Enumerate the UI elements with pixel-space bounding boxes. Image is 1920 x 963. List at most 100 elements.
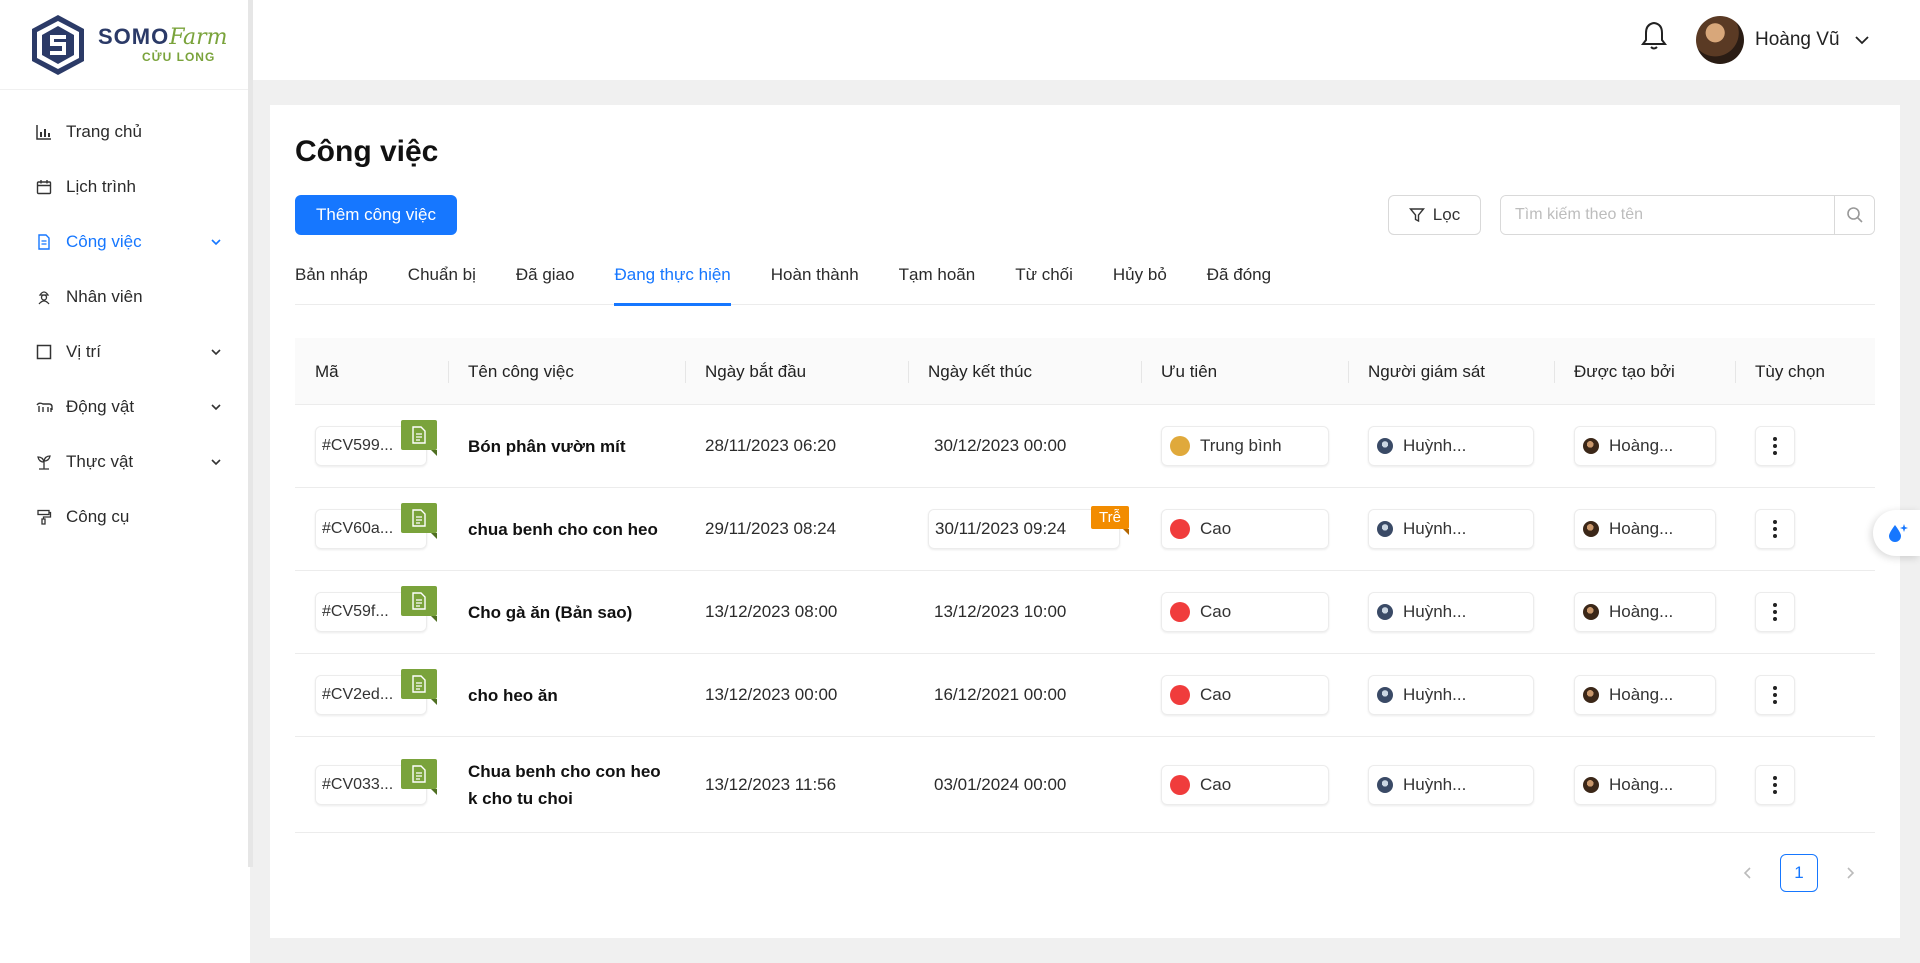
supervisor-chip[interactable]: Huỳnh... [1368, 592, 1534, 632]
end-date-cell: 13/12/2023 10:00 [908, 598, 1141, 626]
task-code-text: #CV59f... [322, 603, 389, 620]
task-code[interactable]: #CV033... [315, 758, 437, 805]
chevron-down-icon[interactable] [1854, 32, 1870, 48]
end-date-cell: 03/01/2024 00:00 [908, 771, 1141, 799]
sidebar-item-label: Vị trí [66, 341, 101, 361]
priority-badge[interactable]: Trung bình [1161, 426, 1329, 466]
sidebar-item-cong-cu[interactable]: Công cụ [0, 489, 249, 544]
table-row[interactable]: #CV59f... Cho gà ăn (Bản sao) 13/12/2023… [295, 571, 1875, 654]
more-options-button[interactable] [1755, 675, 1795, 715]
tab-huy-bo[interactable]: Hủy bỏ [1113, 255, 1167, 305]
tab-dang-thuc-hien[interactable]: Đang thực hiện [614, 255, 732, 306]
document-icon [34, 232, 54, 252]
creator-chip[interactable]: Hoàng... [1574, 509, 1716, 549]
somo-shield-logo-icon [32, 14, 84, 75]
chevron-down-icon [211, 238, 221, 245]
priority-badge[interactable]: Cao [1161, 592, 1329, 632]
animal-icon [34, 397, 54, 417]
creator-name: Hoàng... [1609, 519, 1674, 538]
creator-cell: Hoàng... [1554, 764, 1735, 805]
chevron-right-icon[interactable] [1842, 865, 1858, 881]
task-code[interactable]: #CV2ed... [315, 669, 437, 715]
tab-tu-choi[interactable]: Từ chối [1015, 255, 1073, 305]
supervisor-chip[interactable]: Huỳnh... [1368, 426, 1534, 466]
chevron-left-icon[interactable] [1740, 865, 1756, 881]
avatar [1377, 438, 1393, 454]
creator-chip[interactable]: Hoàng... [1574, 675, 1716, 715]
user-name[interactable]: Hoàng Vũ [1755, 29, 1840, 51]
avatar [1583, 776, 1599, 793]
priority-label: Cao [1200, 685, 1232, 704]
task-name[interactable]: cho heo ăn [468, 682, 558, 709]
sidebar-item-label: Lịch trình [66, 176, 136, 196]
task-code[interactable]: #CV59f... [315, 586, 437, 632]
floating-assistant-button[interactable] [1873, 510, 1920, 556]
column-header: Ngày bắt đầu [685, 338, 908, 405]
sidebar-item-vi-tri[interactable]: Vị trí [0, 324, 249, 379]
supervisor-name: Huỳnh... [1403, 519, 1467, 538]
task-code[interactable]: #CV599... [315, 420, 437, 466]
priority-badge[interactable]: Cao [1161, 509, 1329, 549]
tab-ban-nhap[interactable]: Bản nháp [295, 255, 368, 305]
water-drop-icon [1888, 524, 1908, 542]
task-name[interactable]: Cho gà ăn (Bản sao) [468, 599, 632, 626]
sidebar-item-thuc-vat[interactable]: Thực vật [0, 434, 249, 489]
task-name[interactable]: Bón phân vườn mít [468, 433, 626, 460]
tab-da-dong[interactable]: Đã đóng [1207, 255, 1271, 305]
tab-hoan-thanh[interactable]: Hoàn thành [771, 255, 859, 305]
supervisor-name: Huỳnh... [1403, 774, 1467, 794]
search-button[interactable] [1834, 196, 1874, 234]
bar-chart-icon [34, 122, 54, 142]
table-row[interactable]: #CV2ed... cho heo ăn 13/12/2023 00:00 16… [295, 654, 1875, 737]
supervisor-chip[interactable]: Huỳnh... [1368, 675, 1534, 715]
start-date: 28/11/2023 06:20 [705, 436, 837, 455]
end-date: 13/12/2023 10:00 [934, 602, 1067, 621]
more-options-button[interactable] [1755, 592, 1795, 632]
task-name[interactable]: chua benh cho con heo [468, 516, 658, 543]
filter-button[interactable]: Lọc [1388, 195, 1481, 235]
table-row[interactable]: #CV033... Chua benh cho con heo k cho tu… [295, 737, 1875, 833]
more-options-button[interactable] [1755, 426, 1795, 466]
creator-cell: Hoàng... [1554, 509, 1735, 549]
bell-icon[interactable] [1640, 20, 1668, 52]
more-options-button[interactable] [1755, 764, 1795, 805]
task-name[interactable]: Chua benh cho con heo k cho tu choi [468, 758, 668, 812]
page-number[interactable]: 1 [1780, 854, 1818, 892]
document-icon [401, 758, 437, 795]
column-header: Người giám sát [1348, 338, 1554, 405]
tab-da-giao[interactable]: Đã giao [516, 255, 575, 305]
start-date-cell: 13/12/2023 00:00 [685, 685, 908, 705]
supervisor-chip[interactable]: Huỳnh... [1368, 509, 1534, 549]
sidebar-item-cong-viec[interactable]: Công việc [0, 214, 249, 269]
sidebar-item-dong-vat[interactable]: Động vật [0, 379, 249, 434]
more-options-button[interactable] [1755, 509, 1795, 549]
sidebar-item-label: Nhân viên [66, 286, 143, 306]
task-code[interactable]: #CV60a... [315, 503, 437, 549]
priority-badge[interactable]: Cao [1161, 675, 1329, 715]
creator-chip[interactable]: Hoàng... [1574, 426, 1716, 466]
supervisor-chip[interactable]: Huỳnh... [1368, 764, 1534, 805]
sidebar-item-label: Thực vật [66, 451, 134, 471]
sidebar-item-trang-chu[interactable]: Trang chủ [0, 104, 249, 159]
tab-tam-hoan[interactable]: Tạm hoãn [899, 255, 976, 305]
end-date-cell: 30/11/2023 09:24 Trễ [908, 506, 1141, 549]
priority-dot-icon [1170, 685, 1190, 705]
priority-badge[interactable]: Cao [1161, 764, 1329, 805]
table-row[interactable]: #CV60a... chua benh cho con heo 29/11/20… [295, 488, 1875, 571]
add-task-button[interactable]: Thêm công việc [295, 195, 457, 235]
table-row[interactable]: #CV599... Bón phân vườn mít 28/11/2023 0… [295, 405, 1875, 488]
end-date-box: 30/11/2023 09:24 Trễ [928, 506, 1129, 549]
creator-chip[interactable]: Hoàng... [1574, 592, 1716, 632]
priority-cell: Cao [1141, 764, 1348, 805]
supervisor-name: Huỳnh... [1403, 602, 1467, 621]
search-input[interactable] [1501, 196, 1834, 234]
creator-chip[interactable]: Hoàng... [1574, 764, 1716, 805]
brand-name-somo: SOMO [98, 24, 170, 49]
tab-chuan-bi[interactable]: Chuẩn bị [408, 255, 476, 305]
user-avatar[interactable] [1696, 16, 1744, 64]
document-icon [401, 503, 437, 539]
sidebar-item-nhan-vien[interactable]: Nhân viên [0, 269, 249, 324]
brand-logo[interactable]: SOMOFarm CỬU LONG [0, 0, 249, 90]
sidebar-item-lich-trinh[interactable]: Lịch trình [0, 159, 249, 214]
column-header: Được tạo bởi [1554, 338, 1735, 405]
